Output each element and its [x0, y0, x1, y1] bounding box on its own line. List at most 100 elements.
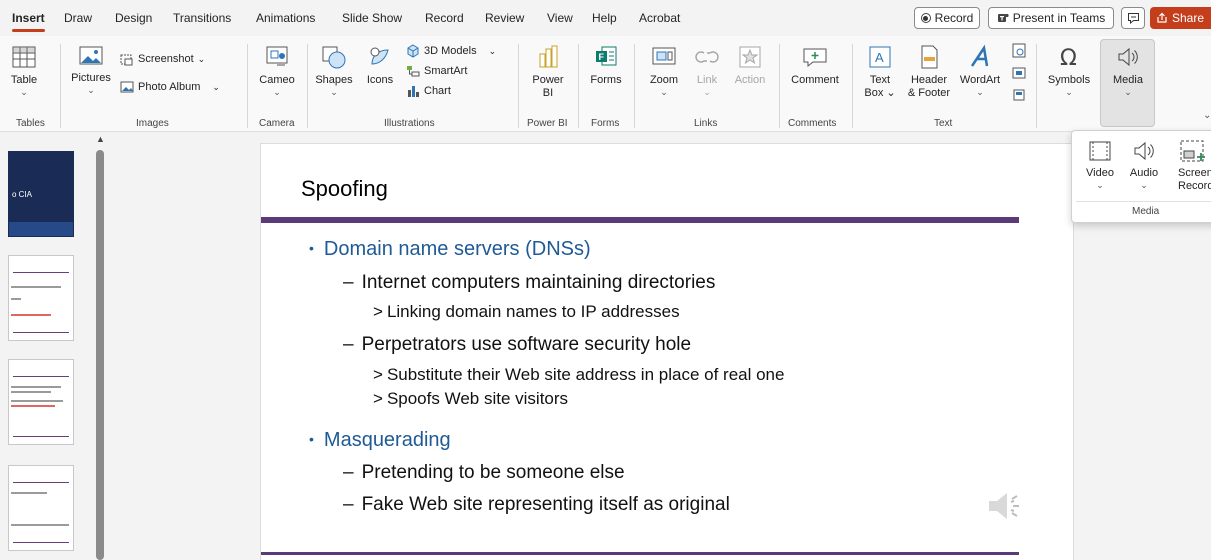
slide-thumbnail-2[interactable]: [8, 255, 74, 341]
audio-speaker-icon[interactable]: [987, 490, 1027, 522]
tab-slide-show[interactable]: Slide Show: [342, 11, 402, 25]
svg-text:A: A: [875, 50, 884, 65]
scroll-up-arrow-icon[interactable]: ▲: [96, 134, 105, 144]
screenshot-icon: [120, 54, 133, 66]
date-time-icon: [1012, 43, 1026, 58]
group-label-text: Text: [934, 118, 953, 129]
chart-button[interactable]: Chart: [406, 84, 451, 98]
tab-help[interactable]: Help: [592, 11, 617, 25]
tab-review[interactable]: Review: [485, 11, 524, 25]
slide-thumbnail-4[interactable]: [8, 465, 74, 551]
comment-icon: [1127, 13, 1139, 24]
icons-button[interactable]: Icons: [360, 44, 400, 87]
media-group-label: Media: [1132, 206, 1160, 217]
separator: [634, 44, 635, 128]
comments-pane-button[interactable]: [1121, 7, 1145, 29]
ribbon-collapse-chevron-icon[interactable]: ⌄: [1203, 110, 1211, 121]
text-box-icon: A: [869, 46, 891, 68]
action-star-icon: [739, 46, 761, 68]
media-button-content[interactable]: Media ⌄: [1103, 44, 1153, 97]
symbols-button[interactable]: Ω Symbols ⌄: [1044, 44, 1094, 97]
speaker-icon: [1118, 47, 1138, 67]
zoom-button[interactable]: Zoom ⌄: [644, 44, 684, 97]
cube-icon: [407, 44, 419, 58]
power-bi-button[interactable]: Power BI: [528, 44, 568, 100]
bullet-level-3[interactable]: > Substitute their Web site address in pl…: [373, 365, 784, 385]
slide-title[interactable]: Spoofing: [301, 176, 388, 202]
cameo-icon: [266, 46, 288, 66]
screen-recording-menu-item[interactable]: ScreenRecording: [1170, 139, 1211, 193]
forms-button[interactable]: F Forms: [586, 44, 626, 87]
thumbnail-decoration: [9, 222, 73, 236]
bullet-level-2[interactable]: – Fake Web site representing itself as or…: [343, 494, 730, 516]
slide-thumbnail-1[interactable]: o CIA: [8, 151, 74, 237]
tab-draw[interactable]: Draw: [64, 11, 92, 25]
comment-button[interactable]: Comment: [788, 44, 842, 87]
tab-acrobat[interactable]: Acrobat: [639, 11, 680, 25]
shapes-icon: [322, 46, 346, 69]
separator: [578, 44, 579, 128]
header-footer-icon: [921, 45, 938, 69]
bullet-level-2[interactable]: – Perpetrators use software security hole: [343, 334, 691, 356]
shapes-button[interactable]: Shapes ⌄: [314, 44, 354, 97]
group-label-forms: Forms: [591, 118, 620, 129]
separator: [1076, 201, 1211, 202]
group-label-camera: Camera: [259, 118, 295, 129]
tab-view[interactable]: View: [547, 11, 573, 25]
bullet-level-3[interactable]: > Linking domain names to IP addresses: [373, 302, 680, 322]
wordart-button[interactable]: WordArt ⌄: [958, 44, 1002, 97]
bullet-level-2[interactable]: – Internet computers maintaining director…: [343, 272, 715, 294]
bullet-level-3[interactable]: > Spoofs Web site visitors: [373, 389, 568, 409]
bullet-level-1[interactable]: • Masquerading: [309, 429, 451, 452]
screenshot-button[interactable]: Screenshot ⌄: [120, 52, 205, 66]
object-icon: [1013, 89, 1025, 101]
share-button[interactable]: Share: [1150, 7, 1211, 29]
link-button[interactable]: Link ⌄: [690, 44, 724, 97]
tab-insert[interactable]: Insert: [12, 11, 45, 32]
photo-album-button[interactable]: Photo Album ⌄: [120, 80, 220, 94]
svg-text:F: F: [599, 52, 605, 62]
table-icon: [12, 46, 36, 68]
separator: [852, 44, 853, 128]
group-label-tables: Tables: [16, 118, 45, 129]
cameo-button[interactable]: Cameo ⌄: [257, 44, 297, 97]
tab-design[interactable]: Design: [115, 11, 152, 25]
smartart-button[interactable]: SmartArt: [406, 64, 467, 78]
slide-thumbnail-3[interactable]: [8, 359, 74, 445]
date-time-button[interactable]: [1012, 42, 1026, 58]
table-button[interactable]: Table ⌄: [6, 44, 42, 97]
group-label-illustrations: Illustrations: [384, 118, 435, 129]
pictures-button[interactable]: Pictures ⌄: [68, 44, 114, 95]
thumbnail-scrollbar[interactable]: [96, 150, 104, 560]
bullet-level-1[interactable]: • Domain name servers (DNSs): [309, 238, 591, 261]
object-button[interactable]: [1012, 88, 1026, 102]
header-footer-button[interactable]: Header & Footer: [904, 44, 954, 100]
audio-menu-item[interactable]: Audio ⌄: [1124, 139, 1164, 190]
wordart-icon: [970, 44, 989, 67]
slide-canvas[interactable]: Spoofing • Domain name servers (DNSs) – In…: [260, 143, 1074, 560]
record-button[interactable]: Record: [914, 7, 980, 29]
tab-animations[interactable]: Animations: [256, 11, 315, 25]
3d-models-button[interactable]: 3D Models ⌄: [406, 44, 496, 58]
bullet-level-2[interactable]: – Pretending to be someone else: [343, 462, 625, 484]
separator: [60, 44, 61, 128]
record-icon: [920, 13, 931, 23]
separator: [518, 44, 519, 128]
picture-icon: [79, 46, 103, 65]
action-button[interactable]: Action: [730, 44, 770, 87]
group-label-power-bi: Power BI: [527, 118, 568, 129]
slide-number-icon: [1012, 67, 1026, 79]
group-label-images: Images: [136, 118, 169, 129]
smartart-icon: [407, 66, 420, 77]
icons-icon: [370, 47, 389, 65]
thumbnail-title: o CIA: [12, 190, 33, 199]
video-icon: [1089, 141, 1111, 161]
present-in-teams-button[interactable]: Present in Teams: [988, 7, 1114, 29]
tab-record[interactable]: Record: [425, 11, 464, 25]
video-menu-item[interactable]: Video ⌄: [1080, 139, 1120, 190]
share-label: Share: [1172, 11, 1205, 25]
tab-transitions[interactable]: Transitions: [173, 11, 231, 25]
slide-number-button[interactable]: [1012, 66, 1026, 80]
new-comment-icon: [803, 48, 827, 68]
text-box-button[interactable]: A Text Box ⌄: [862, 44, 898, 100]
